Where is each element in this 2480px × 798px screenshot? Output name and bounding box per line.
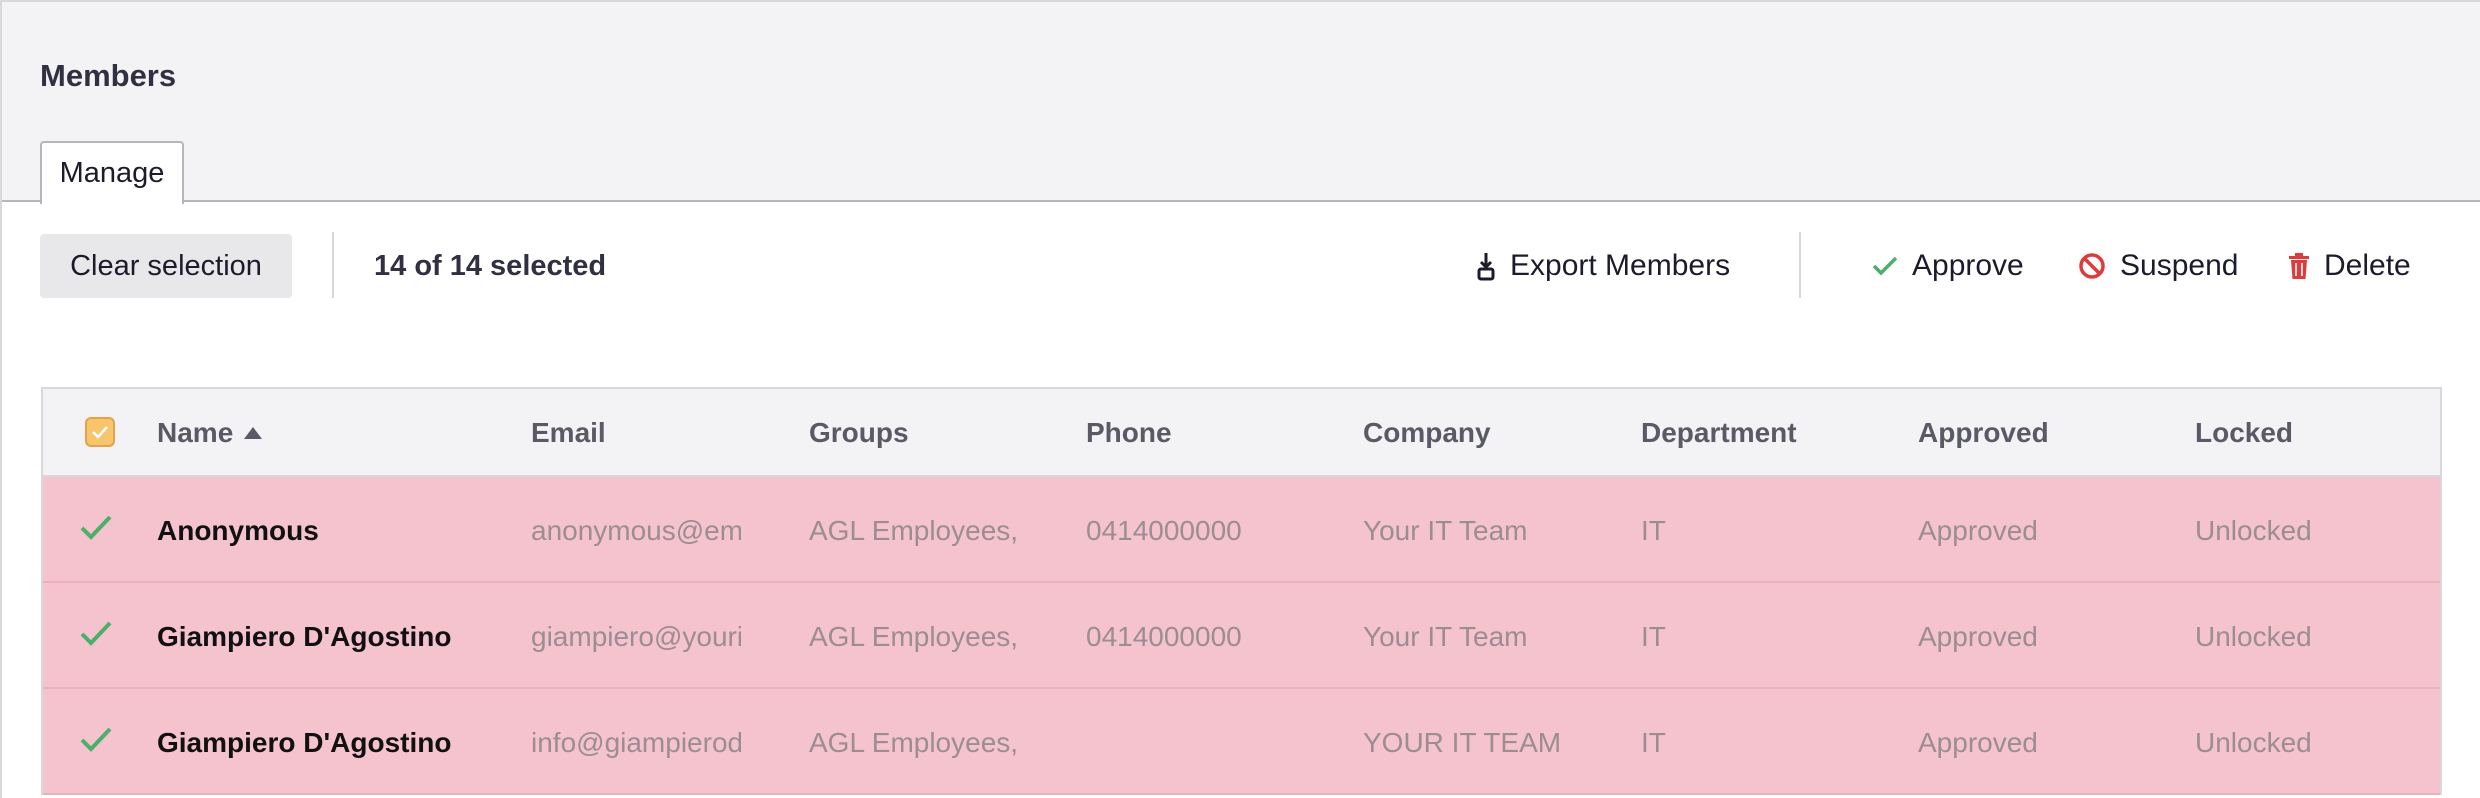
checkmark-icon bbox=[92, 426, 108, 439]
table-row[interactable]: Giampiero D'Agostino giampiero@yourit AG… bbox=[43, 583, 2440, 689]
clear-selection-button[interactable]: Clear selection bbox=[40, 234, 292, 298]
member-approved: Approved bbox=[1918, 515, 2038, 546]
member-department: IT bbox=[1641, 515, 1666, 546]
toolbar-divider bbox=[1799, 232, 1801, 298]
delete-button[interactable]: Delete bbox=[2288, 246, 2411, 286]
member-approved: Approved bbox=[1918, 727, 2038, 758]
row-selected-check-icon[interactable] bbox=[79, 513, 113, 546]
member-name[interactable]: Giampiero D'Agostino bbox=[157, 727, 517, 759]
export-members-label: Export Members bbox=[1510, 249, 1731, 282]
member-department: IT bbox=[1641, 621, 1666, 652]
column-header-locked[interactable]: Locked bbox=[2195, 417, 2293, 449]
members-table: Name Email Groups Phone Company Departme… bbox=[41, 387, 2442, 795]
tab-manage[interactable]: Manage bbox=[40, 141, 184, 204]
member-locked: Unlocked bbox=[2195, 727, 2312, 758]
table-row[interactable]: Giampiero D'Agostino info@giampieroda AG… bbox=[43, 689, 2440, 795]
member-email: anonymous@ema bbox=[531, 515, 741, 546]
approve-button[interactable]: Approve bbox=[1872, 246, 2024, 286]
check-icon bbox=[1872, 255, 1898, 277]
member-email: giampiero@yourit bbox=[531, 621, 741, 652]
column-header-name[interactable]: Name bbox=[157, 417, 263, 449]
row-selected-check-icon[interactable] bbox=[79, 619, 113, 652]
member-phone: 0414000000 bbox=[1086, 515, 1242, 546]
suspend-button[interactable]: Suspend bbox=[2078, 246, 2238, 286]
approve-label: Approve bbox=[1912, 249, 2024, 282]
column-header-approved[interactable]: Approved bbox=[1918, 417, 2049, 449]
member-groups: AGL Employees, N bbox=[809, 621, 1021, 652]
page-title: Members bbox=[40, 58, 177, 93]
delete-label: Delete bbox=[2324, 249, 2411, 282]
member-company: Your IT Team bbox=[1363, 621, 1528, 652]
member-locked: Unlocked bbox=[2195, 621, 2312, 652]
column-header-phone[interactable]: Phone bbox=[1086, 417, 1172, 449]
ban-icon bbox=[2078, 252, 2106, 280]
member-locked: Unlocked bbox=[2195, 515, 2312, 546]
toolbar-divider bbox=[332, 232, 334, 298]
table-body: Anonymous anonymous@ema AGL Employees, N… bbox=[43, 477, 2440, 795]
member-name[interactable]: Giampiero D'Agostino bbox=[157, 621, 517, 653]
member-groups: AGL Employees, N bbox=[809, 515, 1021, 546]
table-row[interactable]: Anonymous anonymous@ema AGL Employees, N… bbox=[43, 477, 2440, 583]
page-header: Members Manage bbox=[2, 2, 2480, 204]
member-approved: Approved bbox=[1918, 621, 2038, 652]
selected-count: 14 of 14 selected bbox=[374, 250, 607, 282]
suspend-label: Suspend bbox=[2120, 249, 2239, 282]
member-department: IT bbox=[1641, 727, 1666, 758]
member-name[interactable]: Anonymous bbox=[157, 515, 517, 547]
export-members-button[interactable]: Export Members bbox=[1476, 246, 1730, 286]
member-company: YOUR IT TEAM bbox=[1363, 727, 1562, 758]
selection-toolbar: Clear selection 14 of 14 selected Export… bbox=[2, 202, 2480, 332]
members-app: Members Manage Clear selection 14 of 14 … bbox=[0, 0, 2480, 798]
member-phone: 0414000000 bbox=[1086, 621, 1242, 652]
table-header: Name Email Groups Phone Company Departme… bbox=[43, 389, 2440, 477]
trash-icon bbox=[2288, 252, 2310, 280]
column-header-groups[interactable]: Groups bbox=[809, 417, 909, 449]
member-company: Your IT Team bbox=[1363, 515, 1528, 546]
member-email: info@giampieroda bbox=[531, 727, 741, 758]
member-groups: AGL Employees, N bbox=[809, 727, 1021, 758]
select-all-checkbox[interactable] bbox=[85, 417, 115, 447]
column-header-company[interactable]: Company bbox=[1363, 417, 1491, 449]
sort-ascending-icon bbox=[244, 427, 263, 439]
export-icon bbox=[1476, 251, 1496, 281]
column-header-department[interactable]: Department bbox=[1641, 417, 1797, 449]
row-selected-check-icon[interactable] bbox=[79, 725, 113, 758]
column-header-email[interactable]: Email bbox=[531, 417, 606, 449]
